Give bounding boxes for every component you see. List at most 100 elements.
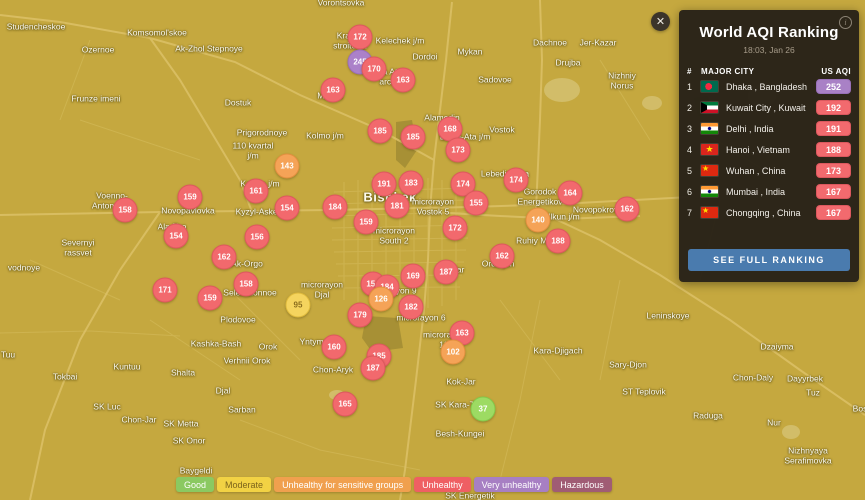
map-label-chon-aryk: Chon-Aryk (312, 364, 354, 375)
map-label-kara-djigach: Kara-Djigach (533, 345, 583, 356)
map-label-djal: Djal (215, 385, 231, 396)
aqi-marker-164[interactable]: 164 (557, 180, 583, 206)
ranking-row-mumbai-india[interactable]: 6 Mumbai , India 167 (687, 181, 851, 202)
ranking-row-hanoi-vietnam[interactable]: 4 Hanoi , Vietnam 188 (687, 139, 851, 160)
aqi-marker-182[interactable]: 182 (398, 294, 424, 320)
aqi-marker-173[interactable]: 173 (445, 137, 471, 163)
map-label-studencheskoe: Studencheskoe (6, 21, 66, 32)
map-label-ak-zhol-stepnoye: Ak-Zhol Stepnoye (175, 43, 243, 54)
map-label-jer-kazar: Jer-Kazar (579, 37, 617, 48)
aqi-marker-37[interactable]: 37 (470, 396, 496, 422)
map-label-kok-jar: Kok-Jar (446, 376, 476, 387)
map-label-sk-metta: SK Metta (163, 418, 199, 429)
aqi-marker-181[interactable]: 181 (384, 193, 410, 219)
aqi-marker-163[interactable]: 163 (390, 67, 416, 93)
aqi-marker-188[interactable]: 188 (545, 228, 571, 254)
map-label-bos: Bos (852, 403, 865, 414)
map-label-sk-onor: SK Onor (172, 435, 206, 446)
map-label-kolmo-j-m: Kolmo j/m (306, 130, 344, 141)
panel-close-button[interactable]: ✕ (651, 12, 670, 31)
aqi-marker-172[interactable]: 172 (347, 24, 373, 50)
panel-title: World AQI Ranking (699, 24, 839, 41)
map-label-tuz: Tuz (806, 387, 820, 398)
aqi-marker-159[interactable]: 159 (197, 285, 223, 311)
aqi-marker-185[interactable]: 185 (400, 124, 426, 150)
aqi-badge: 167 (816, 184, 851, 199)
aqi-badge: 173 (816, 163, 851, 178)
aqi-marker-169[interactable]: 169 (400, 263, 426, 289)
aqi-marker-155[interactable]: 155 (463, 190, 489, 216)
aqi-badge: 188 (816, 142, 851, 157)
aqi-marker-183[interactable]: 183 (398, 170, 424, 196)
aqi-marker-165[interactable]: 165 (332, 391, 358, 417)
see-full-ranking-button[interactable]: SEE FULL RANKING (688, 249, 850, 271)
aqi-marker-162[interactable]: 162 (489, 243, 515, 269)
aqi-marker-187[interactable]: 187 (360, 355, 386, 381)
map-label-sk-energetik: SK Energetik (445, 490, 495, 500)
legend-very-unhealthy: Very unhealthy (473, 477, 550, 492)
legend-good: Good (176, 477, 215, 492)
map-label-dzaiyma: Dzaiyma (760, 341, 794, 352)
aqi-marker-154[interactable]: 154 (274, 195, 300, 221)
map-label-komsomol-skoe: Komsomol'skoe (127, 27, 187, 38)
city-name: Kuwait City , Kuwait (726, 102, 806, 113)
city-name: Wuhan , China (726, 165, 786, 176)
ranking-row-chongqing-china[interactable]: 7 Chongqing , China 167 (687, 202, 851, 223)
city-name: Dhaka , Bangladesh (726, 81, 808, 92)
map-label-sk-luc: SK Luc (93, 401, 121, 412)
aqi-marker-162[interactable]: 162 (614, 196, 640, 222)
map-label-sarban: Sarban (228, 404, 256, 415)
aqi-legend: Good Moderate Unhealthy for sensitive grou… (176, 477, 612, 492)
map-label-dayyrbek: Dayyrbek (787, 373, 823, 384)
map-label-tokbai: Tokbai (52, 371, 78, 382)
flag-vietnam-icon (701, 144, 718, 155)
rank-number: 4 (687, 144, 693, 155)
close-icon: ✕ (655, 16, 666, 28)
aqi-marker-126[interactable]: 126 (368, 286, 394, 312)
aqi-marker-179[interactable]: 179 (347, 302, 373, 328)
aqi-marker-185[interactable]: 185 (367, 118, 393, 144)
ranking-row-wuhan-china[interactable]: 5 Wuhan , China 173 (687, 160, 851, 181)
map-label-frunze-imeni: Frunze imeni (71, 93, 121, 104)
aqi-marker-159[interactable]: 159 (353, 209, 379, 235)
aqi-marker-154[interactable]: 154 (163, 223, 189, 249)
aqi-marker-191[interactable]: 191 (371, 171, 397, 197)
map-label-besh-kungei: Besh-Kungei (435, 428, 485, 439)
city-column-header: MAJOR CITY (701, 67, 755, 76)
aqi-marker-162[interactable]: 162 (211, 244, 237, 270)
flag-india-icon (701, 123, 718, 134)
flag-kuwait-icon (701, 102, 718, 113)
aqi-marker-158[interactable]: 158 (112, 197, 138, 223)
rank-number: 2 (687, 102, 693, 113)
aqi-marker-158[interactable]: 158 (233, 271, 259, 297)
aqi-badge: 191 (816, 121, 851, 136)
aqi-marker-159[interactable]: 159 (177, 184, 203, 210)
world-aqi-ranking-panel: i World AQI Ranking 18:03, Jan 26 # MAJO… (679, 10, 859, 282)
map-label-kuntuu: Kuntuu (113, 361, 141, 372)
rank-number: 6 (687, 186, 693, 197)
aqi-badge: 167 (816, 205, 851, 220)
map-label-kelechek-j-m: Kelechek j/m (375, 35, 425, 46)
city-name: Chongqing , China (726, 207, 801, 218)
aqi-marker-172[interactable]: 172 (442, 215, 468, 241)
aqi-marker-161[interactable]: 161 (243, 178, 269, 204)
aqi-marker-171[interactable]: 171 (152, 277, 178, 303)
aqi-marker-174[interactable]: 174 (503, 167, 529, 193)
rank-number: 5 (687, 165, 693, 176)
info-icon[interactable]: i (839, 16, 852, 29)
aqi-marker-187[interactable]: 187 (433, 259, 459, 285)
aqi-marker-102[interactable]: 102 (440, 339, 466, 365)
ranking-row-delhi-india[interactable]: 3 Delhi , India 191 (687, 118, 851, 139)
map-label-gorodok-energetikov: Gorodok Energetikov (517, 186, 563, 206)
aqi-marker-170[interactable]: 170 (361, 56, 387, 82)
aqi-marker-163[interactable]: 163 (320, 77, 346, 103)
aqi-marker-184[interactable]: 184 (322, 194, 348, 220)
aqi-marker-156[interactable]: 156 (244, 224, 270, 250)
aqi-marker-140[interactable]: 140 (525, 207, 551, 233)
ranking-row-dhaka-bangladesh[interactable]: 1 Dhaka , Bangladesh 252 (687, 76, 851, 97)
aqi-marker-143[interactable]: 143 (274, 153, 300, 179)
map-label-chon-daly: Chon-Daly (732, 372, 774, 383)
aqi-marker-160[interactable]: 160 (321, 334, 347, 360)
aqi-marker-95[interactable]: 95 (285, 292, 311, 318)
ranking-row-kuwait-city-kuwait[interactable]: 2 Kuwait City , Kuwait 192 (687, 97, 851, 118)
